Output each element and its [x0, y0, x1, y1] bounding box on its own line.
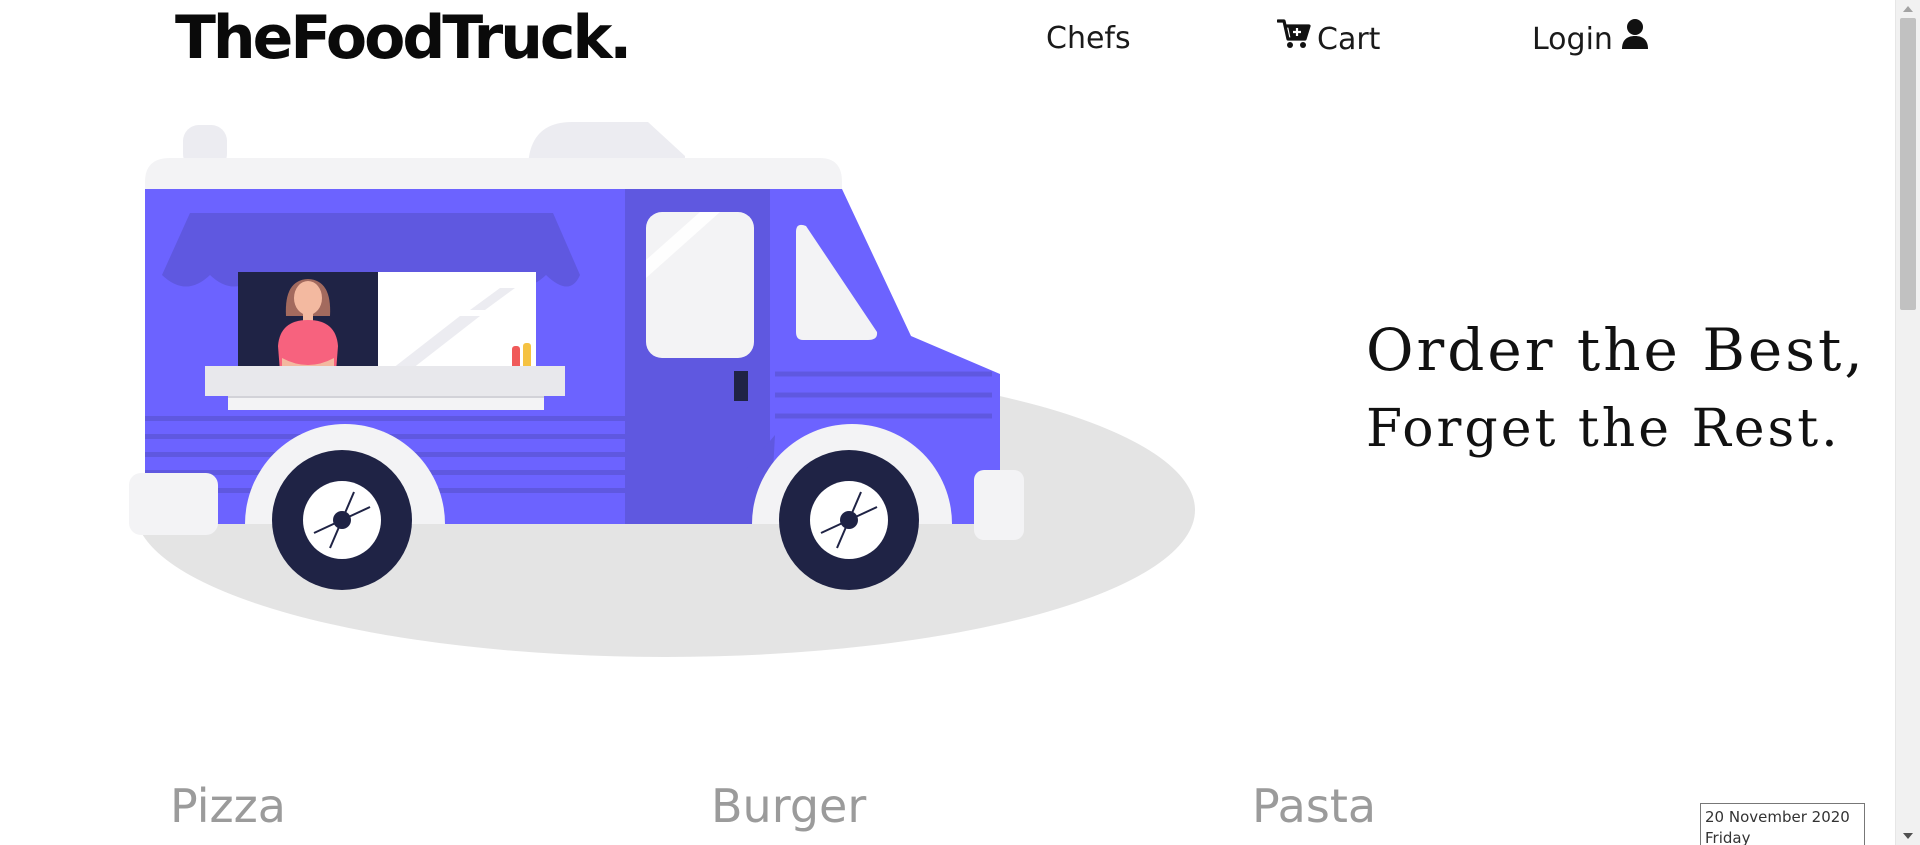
front-wheel: [779, 450, 919, 590]
tagline-line2: Forget the Rest.: [1366, 399, 1841, 459]
user-icon: [1621, 18, 1649, 62]
door-handle: [734, 371, 748, 401]
rear-bumper: [129, 473, 218, 535]
nav-chefs-link[interactable]: Chefs: [1046, 18, 1131, 60]
category-pizza[interactable]: Pizza: [170, 772, 286, 840]
nav-cart-link[interactable]: Cart: [1276, 18, 1381, 62]
truck-roof: [145, 158, 842, 190]
category-pasta[interactable]: Pasta: [1252, 772, 1376, 840]
nav-chefs-label: Chefs: [1046, 21, 1131, 56]
category-burger[interactable]: Burger: [711, 772, 866, 840]
food-truck-illustration: [129, 122, 1195, 657]
page: TheFoodTruck. Chefs Cart Login Order the…: [0, 0, 1920, 845]
date-text: 20 November 2020: [1705, 808, 1850, 826]
rear-wheel: [272, 450, 412, 590]
front-bumper: [974, 470, 1024, 540]
scroll-down-arrow-icon[interactable]: [1903, 833, 1913, 839]
scrollbar-thumb[interactable]: [1900, 18, 1916, 310]
awning: [162, 213, 580, 275]
nav-login-link[interactable]: Login: [1532, 18, 1649, 62]
vertical-scrollbar[interactable]: [1895, 0, 1920, 845]
tagline-line1: Order the Best,: [1366, 316, 1866, 384]
door-window: [646, 212, 754, 358]
nav-cart-label: Cart: [1317, 22, 1381, 57]
counter-shelf: [228, 396, 544, 410]
scroll-up-arrow-icon[interactable]: [1903, 6, 1913, 12]
cart-icon: [1276, 18, 1311, 62]
nav-login-label: Login: [1532, 22, 1613, 57]
hero-tagline: Order the Best, Forget the Rest.: [1366, 312, 1866, 470]
date-widget: 20 November 2020 Friday: [1700, 803, 1865, 845]
counter-top: [205, 366, 565, 396]
day-text: Friday: [1705, 829, 1751, 845]
brand-logo[interactable]: TheFoodTruck.: [175, 2, 632, 74]
